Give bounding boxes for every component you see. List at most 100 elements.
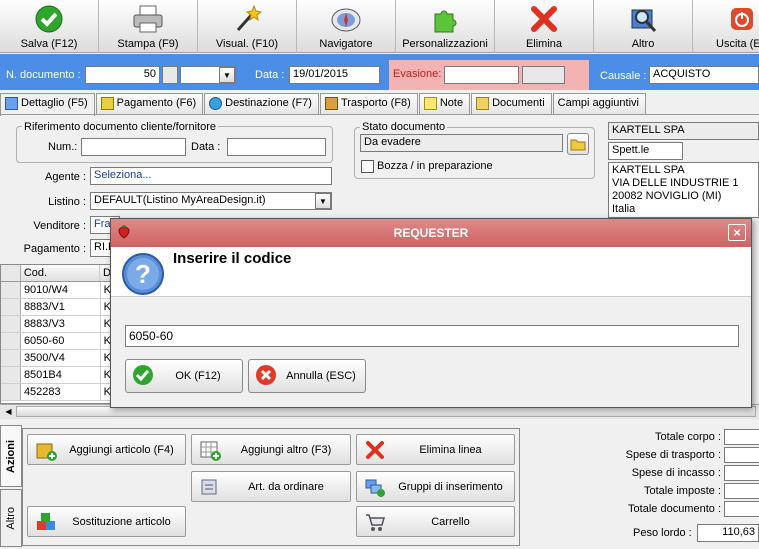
total-document-label: Totale documento : — [628, 503, 721, 515]
column-header-cod[interactable]: Cod. — [21, 265, 101, 281]
row-selector[interactable] — [1, 282, 21, 298]
rif-num-field[interactable] — [81, 138, 186, 156]
tab-altro[interactable]: Altro — [0, 489, 22, 547]
tab-note[interactable]: Note — [418, 93, 471, 115]
table-row[interactable]: 3500/V4 K — [1, 350, 111, 367]
print-button[interactable]: Stampa (F9) — [99, 0, 198, 53]
agente-field[interactable]: Seleziona... — [90, 167, 332, 185]
gross-weight-label: Peso lordo : — [633, 527, 692, 539]
insert-groups-label: Gruppi di inserimento — [398, 480, 503, 493]
customer-name: KARTELL SPA — [608, 122, 759, 140]
shipping-cost-field[interactable] — [724, 447, 759, 463]
listino-select[interactable]: DEFAULT(Listino MyAreaDesign.it) — [90, 192, 332, 210]
total-body-label: Totale corpo : — [654, 431, 721, 443]
preview-button[interactable]: Visual. (F10) — [198, 0, 297, 53]
delete-line-button[interactable]: Elimina linea — [356, 434, 515, 465]
table-row[interactable]: 452283 K — [1, 384, 111, 401]
table-row[interactable]: 8883/V1 K — [1, 299, 111, 316]
address-line: KARTELL SPA — [612, 164, 685, 176]
causale-label: Causale : — [600, 70, 647, 82]
code-input[interactable]: 6050-60 — [125, 325, 739, 347]
row-selector[interactable] — [1, 299, 21, 315]
tab-documenti[interactable]: Documenti — [471, 93, 552, 115]
doc-number-label: N. documento : — [6, 69, 81, 81]
tab-documenti-label: Documenti — [492, 97, 545, 109]
truck-icon — [324, 97, 338, 110]
compass-icon — [329, 2, 363, 36]
svg-text:?: ? — [135, 259, 151, 289]
save-button[interactable]: Salva (F12) — [0, 0, 99, 53]
globe-icon — [209, 97, 223, 110]
insert-groups-button[interactable]: Gruppi di inserimento — [356, 471, 515, 502]
row-selector[interactable] — [1, 384, 21, 400]
folder-button[interactable] — [567, 133, 589, 155]
folder-icon — [476, 97, 490, 110]
add-article-button[interactable]: Aggiungi articolo (F4) — [27, 434, 186, 465]
exit-button[interactable]: Uscita (ES — [693, 0, 759, 53]
collection-cost-field[interactable] — [724, 465, 759, 481]
articles-to-order-label: Art. da ordinare — [248, 480, 324, 493]
blocks-icon — [34, 510, 58, 534]
add-grid-icon — [198, 438, 222, 462]
print-button-label: Stampa (F9) — [117, 38, 179, 50]
date-field[interactable]: 19/01/2015 — [289, 66, 380, 84]
tab-dettaglio[interactable]: Dettaglio (F5) — [0, 93, 95, 116]
causale-field[interactable]: ACQUISTO — [649, 66, 759, 84]
more-button[interactable]: Altro — [594, 0, 693, 53]
scroll-left-icon[interactable]: ◀ — [2, 406, 15, 417]
tab-destinazione[interactable]: Destinazione (F7) — [204, 93, 319, 115]
table-row[interactable]: 9010/W4 K — [1, 282, 111, 299]
delete-button-label: Elimina — [525, 38, 563, 50]
chevron-down-icon[interactable]: ▼ — [315, 193, 331, 209]
customer-address[interactable]: KARTELL SPA VIA DELLE INDUSTRIE 1 20082 … — [608, 162, 759, 218]
table-row[interactable]: 6050-60 K — [1, 333, 111, 350]
row-selector[interactable] — [1, 316, 21, 332]
agente-label: Agente : — [45, 171, 86, 183]
tab-pagamento[interactable]: Pagamento (F6) — [95, 93, 204, 115]
replace-article-button[interactable]: Sostituzione articolo — [27, 506, 186, 537]
row-selector[interactable] — [1, 367, 21, 383]
chevron-down-icon[interactable]: ▼ — [219, 67, 235, 83]
cart-button[interactable]: Carrello — [356, 506, 515, 537]
bozza-label: Bozza / in preparazione — [377, 160, 493, 172]
bozza-checkbox[interactable] — [361, 160, 374, 173]
rif-date-field[interactable] — [227, 138, 326, 156]
navigator-button[interactable]: Navigatore — [297, 0, 396, 53]
delete-line-label: Elimina linea — [419, 443, 482, 456]
rif-date-label: Data : — [191, 141, 221, 153]
delete-button[interactable]: Elimina — [495, 0, 594, 53]
customer-salutation[interactable]: Spett.le — [608, 142, 683, 160]
tab-trasporto-label: Trasporto (F8) — [340, 97, 411, 109]
venditore-label: Venditore : — [33, 220, 86, 232]
row-selector[interactable] — [1, 350, 21, 366]
detail-icon — [5, 97, 18, 110]
evasione-extra-field[interactable] — [522, 66, 565, 84]
close-icon[interactable]: × — [728, 224, 746, 241]
note-icon — [423, 97, 437, 110]
cell-cod: 8883/V3 — [21, 316, 101, 332]
customize-button[interactable]: Personalizzazioni — [396, 0, 495, 53]
total-tax-field — [724, 483, 759, 499]
cancel-button[interactable]: Annulla (ESC) — [248, 359, 366, 393]
articles-to-order-button[interactable]: Art. da ordinare — [191, 471, 351, 502]
add-other-button[interactable]: Aggiungi altro (F3) — [191, 434, 351, 465]
evasione-field[interactable] — [444, 66, 519, 84]
doc-number-spin[interactable] — [162, 66, 178, 84]
tab-azioni[interactable]: Azioni — [0, 425, 22, 487]
doc-number-field[interactable]: 50 — [85, 66, 160, 84]
collection-cost-label: Spese di incasso : — [631, 467, 721, 479]
ok-button[interactable]: OK (F12) — [125, 359, 243, 393]
total-body-field — [724, 429, 759, 445]
navigator-button-label: Navigatore — [319, 38, 373, 50]
shipping-cost-label: Spese di trasporto : — [625, 449, 721, 461]
tab-trasporto[interactable]: Trasporto (F8) — [319, 93, 418, 115]
gross-weight-field: 110,63 — [697, 524, 759, 542]
table-row[interactable]: 8883/V3 K — [1, 316, 111, 333]
save-button-label: Salva (F12) — [20, 38, 78, 50]
cart-icon — [363, 510, 387, 534]
table-row[interactable]: 8501B4 K — [1, 367, 111, 384]
tab-altro-label: Altro — [5, 506, 17, 530]
tab-campi-aggiuntivi[interactable]: Campi aggiuntivi — [552, 93, 646, 115]
row-selector[interactable] — [1, 333, 21, 349]
date-label: Data : — [255, 69, 285, 81]
